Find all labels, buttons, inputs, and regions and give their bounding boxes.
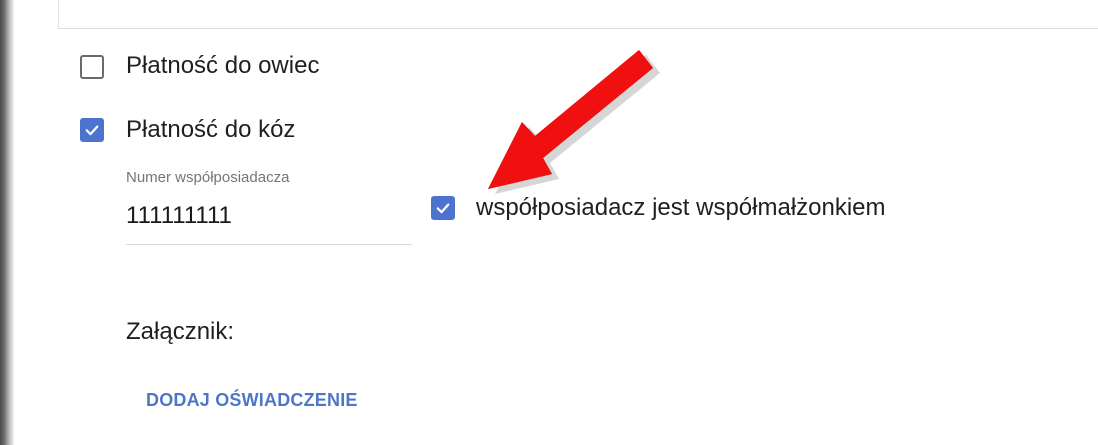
attachment-label: Załącznik:: [126, 318, 235, 345]
arrow-icon: [488, 50, 660, 194]
co-owner-number-input[interactable]: [126, 199, 412, 233]
sheep-payment-checkbox[interactable]: [80, 55, 104, 79]
co-owner-number-label: Numer współposiadacza: [126, 169, 290, 186]
add-statement-button[interactable]: DODAJ OŚWIADCZENIE: [136, 384, 368, 417]
co-owner-number-underline: [126, 244, 412, 245]
co-owner-spouse-checkbox[interactable]: [431, 196, 455, 220]
top-divider: [58, 28, 1098, 29]
top-left-border: [58, 0, 59, 29]
goat-payment-label[interactable]: Płatność do kóz: [126, 116, 295, 144]
goat-payment-checkbox[interactable]: [80, 118, 104, 142]
check-icon: [85, 125, 99, 136]
window-shadow: [0, 0, 14, 445]
check-icon: [436, 203, 450, 214]
sheep-payment-label[interactable]: Płatność do owiec: [126, 52, 319, 80]
